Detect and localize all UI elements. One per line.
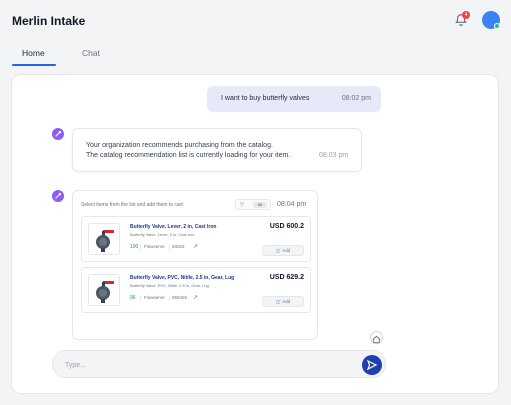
product-code: 93022 bbox=[172, 244, 185, 249]
product-description: Butterfly Valve, Lever, 2 in, Cast Iron bbox=[130, 232, 195, 237]
bot-message-line1: Your organization recommends purchasing … bbox=[86, 142, 273, 149]
divider bbox=[169, 295, 170, 302]
product-supplier: Flowserve bbox=[144, 244, 165, 249]
divider bbox=[140, 244, 141, 251]
home-button[interactable] bbox=[370, 331, 383, 344]
product-card[interactable]: Butterfly Valve, PVC, Nitile, 2.5 in, Ge… bbox=[81, 267, 311, 313]
tab-chat[interactable]: Chat bbox=[82, 48, 100, 58]
divider bbox=[169, 244, 170, 251]
add-button-label: Add bbox=[282, 299, 291, 304]
user-message-text: I want to buy butterfly valves bbox=[221, 95, 310, 102]
send-icon bbox=[366, 359, 378, 371]
cart-icon: 🛒 bbox=[275, 299, 282, 304]
filter-icon: ▽ bbox=[240, 202, 244, 208]
product-quantity: 100 bbox=[130, 244, 139, 250]
product-price: USD 600.2 bbox=[269, 223, 304, 230]
product-image bbox=[88, 274, 120, 306]
add-to-cart-button[interactable]: 🛒 Add bbox=[262, 296, 304, 307]
external-link-icon[interactable]: ↗ bbox=[193, 243, 198, 250]
filter-chip[interactable]: ▽ 00 bbox=[235, 199, 271, 210]
user-message-bubble: I want to buy butterfly valves 08:02 pm bbox=[207, 86, 381, 112]
divider bbox=[140, 295, 141, 302]
bot-message-time: 08:03 pm bbox=[319, 152, 349, 159]
tab-home[interactable]: Home bbox=[22, 48, 45, 58]
app-header: Merlin Intake 4 bbox=[0, 0, 511, 42]
user-message-time: 08:02 pm bbox=[341, 95, 371, 102]
app-title: Merlin Intake bbox=[12, 14, 86, 28]
bot-message-line2: The catalog recommendation list is curre… bbox=[86, 152, 291, 159]
home-icon bbox=[372, 335, 381, 344]
catalog-card: Select items from the list and add them … bbox=[72, 190, 318, 340]
catalog-header: Select items from the list and add them … bbox=[81, 202, 185, 208]
notification-badge: 4 bbox=[462, 11, 470, 19]
filter-count: 00 bbox=[253, 202, 267, 208]
product-name[interactable]: Butterfly Valve, PVC, Nitile, 2.5 in, Ge… bbox=[130, 275, 234, 281]
product-supplier: Flowserve bbox=[144, 295, 165, 300]
tab-bar: Home Chat bbox=[0, 42, 511, 66]
message-input[interactable] bbox=[65, 357, 355, 373]
online-status-dot bbox=[494, 23, 500, 29]
external-link-icon[interactable]: ↗ bbox=[193, 294, 198, 301]
product-quantity: 96 bbox=[130, 295, 136, 301]
product-price: USD 629.2 bbox=[269, 274, 304, 281]
product-image bbox=[88, 223, 120, 255]
cart-icon: 🛒 bbox=[275, 248, 282, 253]
active-tab-indicator bbox=[12, 64, 56, 66]
add-to-cart-button[interactable]: 🛒 Add bbox=[262, 245, 304, 256]
bot-icon bbox=[52, 128, 64, 140]
bot-icon bbox=[52, 190, 64, 202]
send-button[interactable] bbox=[362, 355, 382, 375]
bot-message-bubble: Your organization recommends purchasing … bbox=[72, 128, 362, 172]
catalog-time: 08:04 pm bbox=[277, 201, 307, 208]
product-description: Butterfly Valve, PVC, Nitile, 2.5 in, Ge… bbox=[130, 283, 209, 288]
add-button-label: Add bbox=[282, 248, 291, 253]
product-name[interactable]: Butterfly Valve, Lever, 2 in, Cast Iron bbox=[130, 224, 216, 230]
product-code: 859425 bbox=[172, 295, 188, 300]
product-card[interactable]: Butterfly Valve, Lever, 2 in, Cast Iron … bbox=[81, 216, 311, 262]
message-composer bbox=[52, 350, 386, 378]
